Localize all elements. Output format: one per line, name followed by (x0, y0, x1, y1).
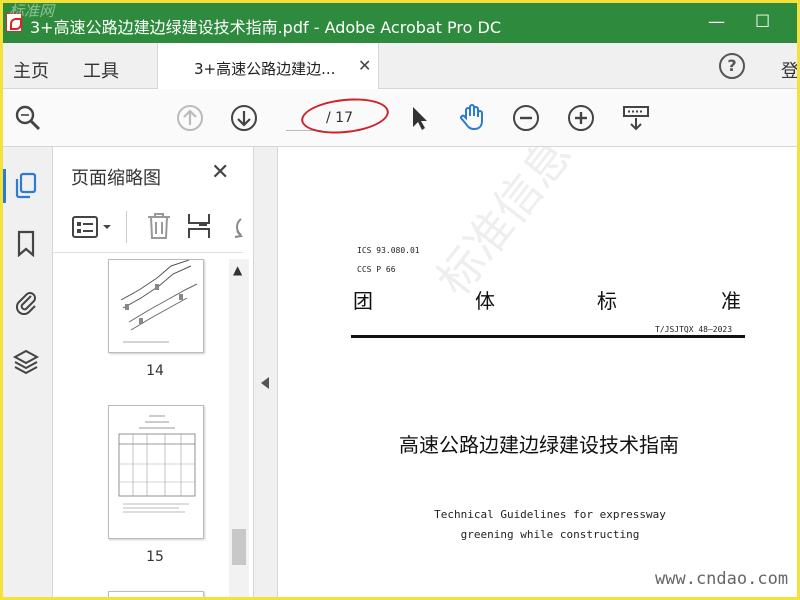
layers-icon[interactable] (12, 347, 40, 375)
bookmark-icon[interactable] (12, 229, 40, 257)
thumbnail-page-16[interactable] (108, 591, 204, 597)
thumbnail-label-15: 15 (146, 549, 164, 565)
active-indicator (3, 169, 6, 203)
navigation-rail (3, 147, 53, 597)
menu-home[interactable]: 主页 (13, 57, 49, 83)
thumbnail-scrollbar[interactable]: ▲ (229, 259, 249, 597)
tab-row: 主页 工具 3+高速公路边建边... ✕ ? 登 (3, 43, 797, 89)
search-icon[interactable] (13, 103, 43, 133)
highlight-ellipse (299, 94, 391, 138)
next-page-icon[interactable] (229, 103, 259, 133)
panel-title: 页面缩略图 (71, 168, 161, 189)
rotate-page-icon[interactable] (225, 211, 243, 241)
scrollbar-thumb[interactable] (232, 529, 246, 565)
tab-close-icon[interactable]: ✕ (358, 56, 371, 75)
panel-collapse-gutter[interactable] (254, 147, 278, 597)
document-watermark: 标准信息平台 (426, 147, 639, 306)
maximize-button[interactable]: ☐ (755, 12, 770, 32)
panel-close-icon[interactable]: ✕ (211, 160, 229, 185)
heading-char-4: 准 (721, 289, 741, 313)
panel-toolbar (53, 203, 243, 253)
scroll-up-icon[interactable]: ▲ (233, 263, 242, 277)
thumbnail-page-14[interactable] (108, 259, 204, 353)
ccs-code: CCS P 66 (357, 265, 396, 274)
help-icon[interactable]: ? (719, 53, 745, 79)
thumbnail-options-icon[interactable] (71, 213, 113, 241)
heading-char-1: 团 (353, 289, 373, 313)
acrobat-window: 标准网 3+高速公路边建边绿建设技术指南.pdf - Adobe Acrobat… (3, 3, 797, 597)
hand-tool-icon[interactable] (457, 102, 487, 132)
sign-in-link[interactable]: 登 (781, 57, 797, 83)
delete-page-icon[interactable] (145, 211, 173, 241)
tab-document-label: 3+高速公路边建边... (194, 60, 336, 78)
heading-char-3: 标 (597, 289, 617, 313)
document-title-en-1: Technical Guidelines for expressway (434, 508, 666, 521)
extract-page-icon[interactable] (185, 211, 213, 241)
menu-tools[interactable]: 工具 (83, 57, 119, 83)
document-title-en-2: greening while constructing (460, 528, 640, 541)
thumbnail-drawing (120, 260, 198, 343)
page-thumbnails-icon[interactable] (12, 171, 40, 199)
collapse-arrow-icon[interactable] (261, 377, 269, 389)
site-watermark: www.cndao.com (655, 569, 789, 589)
standard-code: T/JSJTQX 48—2023 (655, 325, 733, 334)
tab-document[interactable]: 3+高速公路边建边... ✕ (157, 43, 379, 89)
previous-page-icon[interactable] (175, 103, 205, 133)
thumbnail-page-15[interactable] (108, 405, 204, 539)
attachment-icon[interactable] (12, 287, 40, 315)
ics-code: ICS 93.080.01 (357, 246, 420, 255)
heading-char-2: 体 (475, 289, 495, 313)
page-thumbnails-panel: 页面缩略图 ✕ 14 15 ▲ (53, 147, 254, 597)
zoom-out-icon[interactable] (511, 103, 541, 133)
title-bar: 标准网 3+高速公路边建边绿建设技术指南.pdf - Adobe Acrobat… (3, 3, 797, 43)
minimize-button[interactable]: — (708, 12, 725, 32)
window-title: 3+高速公路边建边绿建设技术指南.pdf - Adobe Acrobat Pro… (30, 18, 502, 37)
zoom-in-icon[interactable] (566, 103, 596, 133)
document-title-cn: 高速公路边建边绿建设技术指南 (399, 433, 679, 457)
toolbar: / 17 (3, 89, 797, 147)
keyboard-tool-icon[interactable] (621, 103, 651, 133)
thumbnail-label-14: 14 (146, 363, 164, 379)
thumbnail-table-drawing (118, 415, 196, 513)
document-page[interactable]: 标准信息平台 ICS 93.080.01 CCS P 66 团 体 标 准 T/… (279, 147, 797, 597)
select-arrow-icon[interactable] (405, 103, 435, 133)
toolbar-divider (126, 211, 127, 243)
heading-rule (351, 335, 745, 338)
